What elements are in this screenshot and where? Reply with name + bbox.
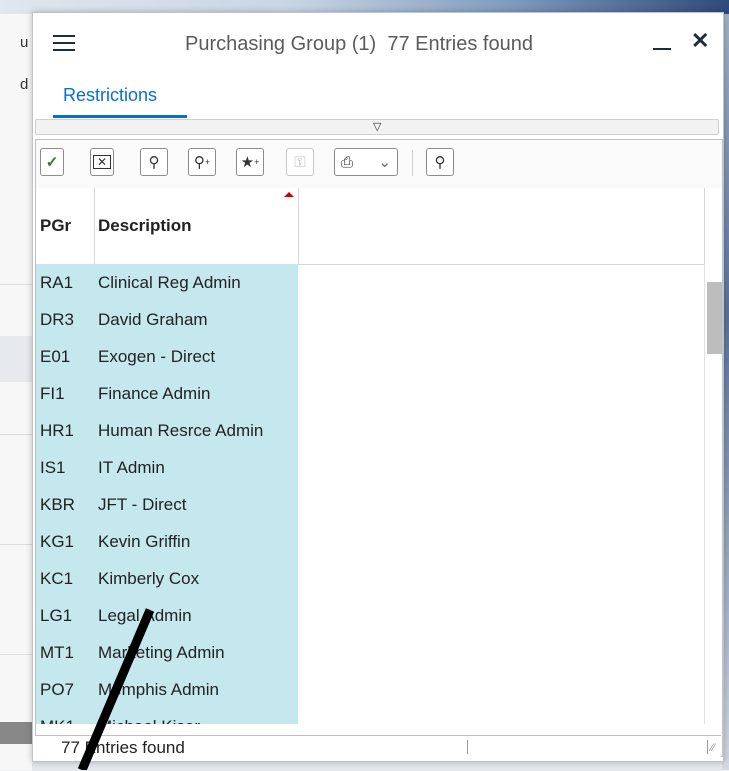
results-grid: ✓ ✕ ⚲ ⚲ + ★ + ⚿ ⎙ ⌄ ⚲ PGr Description RA1 C…	[35, 139, 723, 757]
status-bar: 77 Entries found ⁄⁄	[35, 735, 721, 760]
background-selection	[0, 336, 32, 382]
table-row[interactable]: RA1 Clinical Reg Admin	[36, 264, 706, 301]
table-row[interactable]: PO7 Memphis Admin	[36, 671, 706, 708]
background-block	[0, 722, 32, 744]
dialog-entry-count: 77 Entries found	[387, 33, 533, 55]
dropdown-icon: ⌄	[378, 154, 391, 171]
column-divider	[94, 188, 95, 264]
column-header-description[interactable]: Description	[98, 188, 192, 264]
status-divider	[467, 740, 468, 754]
column-divider	[298, 188, 299, 264]
close-icon[interactable]: ✕	[691, 30, 709, 52]
cell-pgr: KC1	[40, 569, 74, 588]
column-header-pgr[interactable]: PGr	[40, 188, 71, 264]
cell-pgr: MT1	[40, 643, 74, 662]
vertical-scrollbar[interactable]	[704, 264, 722, 724]
cell-description: Legal Admin	[98, 606, 192, 625]
cell-description: Clinical Reg Admin	[98, 273, 241, 292]
status-text: 77 Entries found	[61, 738, 185, 757]
table-row[interactable]: KBR JFT - Direct	[36, 486, 706, 523]
cell-pgr: HR1	[40, 421, 75, 440]
table-row[interactable]: LG1 Legal Admin	[36, 597, 706, 634]
scrollbar-thumb[interactable]	[707, 282, 722, 354]
background-app-left: u d	[0, 14, 32, 770]
toolbar-separator	[412, 150, 413, 176]
minimize-icon[interactable]	[651, 27, 673, 51]
cell-pgr: MK1	[40, 717, 75, 724]
table-row[interactable]: KG1 Kevin Griffin	[36, 523, 706, 560]
table-row[interactable]: FI1 Finance Admin	[36, 375, 706, 412]
dialog-title-text: Purchasing Group (1)	[185, 33, 377, 55]
cell-pgr: KG1	[40, 532, 75, 551]
background-line	[0, 544, 32, 571]
sort-indicator-icon	[284, 192, 294, 197]
expand-down-icon[interactable]: ▽	[373, 120, 381, 133]
menu-icon[interactable]	[53, 35, 75, 51]
print-button[interactable]: ⎙ ⌄	[334, 148, 398, 176]
table-row[interactable]: MT1 Marketing Admin	[36, 634, 706, 671]
check-icon[interactable]: ✓	[40, 148, 64, 176]
cell-pgr: IS1	[40, 458, 66, 477]
cell-description: Kevin Griffin	[98, 532, 191, 551]
resize-grip-icon[interactable]: ⁄⁄	[711, 742, 721, 754]
grid-header: PGr Description	[36, 188, 722, 265]
cell-pgr: E01	[40, 347, 71, 366]
cell-pgr: PO7	[40, 680, 75, 699]
table-row[interactable]: E01 Exogen - Direct	[36, 338, 706, 375]
background-glyph: u	[20, 34, 29, 51]
cell-description: Human Resrce Admin	[98, 421, 264, 440]
value-help-dialog: Purchasing Group (1) 77 Entries found ✕ …	[32, 12, 724, 762]
cell-description: IT Admin	[98, 458, 165, 477]
pin-icon[interactable]: ⚲	[426, 148, 454, 176]
cell-description: Exogen - Direct	[98, 347, 216, 366]
table-row[interactable]: DR3 David Graham	[36, 301, 706, 338]
restrictions-splitter[interactable]: ▽	[35, 119, 719, 135]
dialog-title: Purchasing Group (1) 77 Entries found	[185, 33, 533, 56]
tab-restrictions[interactable]: Restrictions	[63, 85, 157, 106]
cell-description: Finance Admin	[98, 384, 211, 403]
table-row[interactable]: IS1 IT Admin	[36, 449, 706, 486]
search-more-icon[interactable]: ⚲ +	[188, 148, 216, 176]
favorite-add-icon[interactable]: ★ +	[236, 148, 264, 176]
close-x-icon[interactable]: ✕	[90, 148, 114, 176]
cell-description: Memphis Admin	[98, 680, 219, 699]
cell-description: David Graham	[98, 310, 208, 329]
table-row[interactable]: KC1 Kimberly Cox	[36, 560, 706, 597]
grid-toolbar: ✓ ✕ ⚲ ⚲ + ★ + ⚿ ⎙ ⌄ ⚲	[36, 140, 722, 189]
header-scroll-divider	[704, 188, 705, 264]
cell-description: Marketing Admin	[98, 643, 225, 662]
cell-description: Kimberly Cox	[98, 569, 200, 588]
help-icon[interactable]: ⚿	[286, 148, 314, 176]
cell-pgr: RA1	[40, 273, 74, 292]
tab-bar: Restrictions	[53, 75, 715, 120]
search-icon[interactable]: ⚲	[140, 148, 168, 176]
cell-description: JFT - Direct	[98, 495, 187, 514]
cell-pgr: KBR	[40, 495, 75, 514]
tab-active-indicator	[53, 115, 187, 118]
grid-body: RA1 Clinical Reg Admin DR3 David Graham E01 E…	[36, 264, 706, 724]
cell-pgr: FI1	[40, 384, 65, 403]
status-divider	[707, 740, 708, 754]
table-row[interactable]: HR1 Human Resrce Admin	[36, 412, 706, 449]
table-row[interactable]: MK1 Michael Kiser	[36, 708, 706, 724]
cell-pgr: DR3	[40, 310, 75, 329]
background-line	[0, 434, 32, 461]
cell-description: Michael Kiser	[98, 717, 200, 724]
dialog-titlebar: Purchasing Group (1) 77 Entries found ✕	[33, 13, 723, 75]
cell-pgr: LG1	[40, 606, 73, 625]
background-line	[0, 654, 32, 681]
background-glyph: d	[20, 76, 29, 93]
print-icon: ⎙	[341, 153, 354, 171]
background-line	[0, 284, 32, 311]
